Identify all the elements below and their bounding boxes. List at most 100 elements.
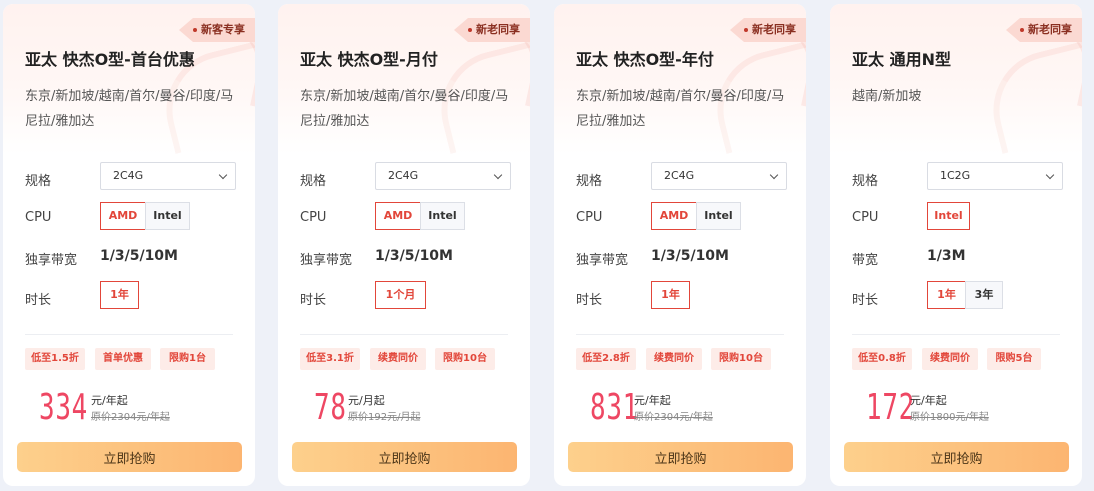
limit-chip: 限购10台 bbox=[711, 348, 771, 370]
card-title: 亚太 通用N型 bbox=[852, 50, 951, 69]
price-unit: 元/年起 bbox=[910, 394, 947, 407]
dot-icon bbox=[193, 28, 197, 32]
cpu-label: CPU bbox=[852, 210, 879, 225]
original-price: 原价192元/月起 bbox=[348, 412, 421, 423]
promo-tag-label: 新老同享 bbox=[476, 23, 520, 36]
buy-now-button[interactable]: 立即抢购 bbox=[568, 442, 793, 472]
cpu-option-intel[interactable]: Intel bbox=[696, 202, 741, 230]
promo-tag: 新老同享 bbox=[1006, 18, 1082, 42]
cpu-option-amd[interactable]: AMD bbox=[375, 202, 421, 230]
cpu-option-intel[interactable]: Intel bbox=[927, 202, 970, 230]
spec-label: 规格 bbox=[576, 174, 603, 189]
duration-label: 时长 bbox=[852, 293, 879, 308]
cpu-label: CPU bbox=[25, 210, 52, 225]
discount-chip: 低至1.5折 bbox=[25, 348, 85, 370]
spec-select[interactable]: 2C4G bbox=[651, 162, 787, 190]
spec-select-value: 2C4G bbox=[113, 169, 144, 182]
promo-tag-label: 新老同享 bbox=[1028, 23, 1072, 36]
divider bbox=[300, 334, 508, 335]
spec-select[interactable]: 1C2G bbox=[927, 162, 1063, 190]
duration-option-1y[interactable]: 1年 bbox=[927, 281, 966, 309]
cpu-label: CPU bbox=[300, 210, 327, 225]
cpu-option-amd[interactable]: AMD bbox=[651, 202, 697, 230]
promo-tag-label: 新老同享 bbox=[752, 23, 796, 36]
regions-text: 东京/新加坡/越南/首尔/曼谷/印度/马尼拉/雅加达 bbox=[576, 89, 785, 129]
promo-chip: 续费同价 bbox=[922, 348, 978, 370]
price-unit: 元/年起 bbox=[91, 394, 128, 407]
bandwidth-value: 1/3/5/10M bbox=[100, 248, 178, 264]
price-value: 831 bbox=[590, 387, 639, 428]
discount-chip: 低至0.8折 bbox=[852, 348, 912, 370]
bandwidth-label: 独享带宽 bbox=[300, 253, 353, 268]
promo-tag-label: 新客专享 bbox=[201, 23, 245, 36]
promo-chip: 首单优惠 bbox=[95, 348, 151, 370]
bandwidth-label: 带宽 bbox=[852, 253, 879, 268]
cpu-option-amd[interactable]: AMD bbox=[100, 202, 146, 230]
card-title: 亚太 快杰O型-首台优惠 bbox=[25, 50, 195, 69]
cpu-label: CPU bbox=[576, 210, 603, 225]
regions-text: 东京/新加坡/越南/首尔/曼谷/印度/马尼拉/雅加达 bbox=[25, 89, 234, 129]
divider bbox=[25, 334, 233, 335]
duration-option[interactable]: 1个月 bbox=[375, 281, 426, 309]
spec-select-value: 2C4G bbox=[388, 169, 419, 182]
dot-icon bbox=[744, 28, 748, 32]
chevron-down-icon bbox=[218, 170, 228, 180]
card-title: 亚太 快杰O型-月付 bbox=[300, 50, 438, 69]
product-card-list: 新客专享 亚太 快杰O型-首台优惠 东京/新加坡/越南/首尔/曼谷/印度/马尼拉… bbox=[0, 0, 1094, 491]
chevron-down-icon bbox=[493, 170, 503, 180]
buy-now-button[interactable]: 立即抢购 bbox=[844, 442, 1069, 472]
cpu-option-intel[interactable]: Intel bbox=[420, 202, 465, 230]
promo-tag: 新老同享 bbox=[454, 18, 530, 42]
product-card: 新老同享 亚太 快杰O型-月付 东京/新加坡/越南/首尔/曼谷/印度/马尼拉/雅… bbox=[278, 4, 530, 486]
chevron-down-icon bbox=[769, 170, 779, 180]
bandwidth-label: 独享带宽 bbox=[25, 253, 78, 268]
dot-icon bbox=[1020, 28, 1024, 32]
promo-tag: 新老同享 bbox=[730, 18, 806, 42]
spec-select[interactable]: 2C4G bbox=[100, 162, 236, 190]
price-value: 172 bbox=[866, 387, 915, 428]
regions-text: 东京/新加坡/越南/首尔/曼谷/印度/马尼拉/雅加达 bbox=[300, 89, 509, 129]
discount-chip: 低至2.8折 bbox=[576, 348, 636, 370]
regions-text: 越南/新加坡 bbox=[852, 89, 922, 104]
chevron-down-icon bbox=[1045, 170, 1055, 180]
price-unit: 元/年起 bbox=[634, 394, 671, 407]
limit-chip: 限购5台 bbox=[987, 348, 1041, 370]
original-price: 原价1800元/年起 bbox=[910, 412, 989, 423]
duration-label: 时长 bbox=[300, 293, 327, 308]
limit-chip: 限购10台 bbox=[435, 348, 495, 370]
spec-select-value: 2C4G bbox=[664, 169, 695, 182]
bandwidth-label: 独享带宽 bbox=[576, 253, 629, 268]
duration-label: 时长 bbox=[576, 293, 603, 308]
duration-option-3y[interactable]: 3年 bbox=[965, 281, 1003, 309]
promo-chip: 续费同价 bbox=[370, 348, 426, 370]
discount-chip: 低至3.1折 bbox=[300, 348, 360, 370]
divider bbox=[576, 334, 784, 335]
dot-icon bbox=[468, 28, 472, 32]
duration-option[interactable]: 1年 bbox=[651, 281, 690, 309]
product-card: 新客专享 亚太 快杰O型-首台优惠 东京/新加坡/越南/首尔/曼谷/印度/马尼拉… bbox=[3, 4, 255, 486]
divider bbox=[852, 334, 1060, 335]
spec-select-value: 1C2G bbox=[940, 169, 971, 182]
buy-now-button[interactable]: 立即抢购 bbox=[17, 442, 242, 472]
product-card: 新老同享 亚太 通用N型 越南/新加坡 规格 1C2G CPU Intel 带宽… bbox=[830, 4, 1082, 486]
cpu-option-intel[interactable]: Intel bbox=[145, 202, 190, 230]
spec-select[interactable]: 2C4G bbox=[375, 162, 511, 190]
price-unit: 元/月起 bbox=[348, 394, 385, 407]
limit-chip: 限购1台 bbox=[160, 348, 215, 370]
spec-label: 规格 bbox=[25, 174, 52, 189]
original-price: 原价2304元/年起 bbox=[634, 412, 713, 423]
bandwidth-value: 1/3M bbox=[927, 248, 966, 264]
duration-option[interactable]: 1年 bbox=[100, 281, 139, 309]
price-value: 334 bbox=[39, 387, 88, 428]
bandwidth-value: 1/3/5/10M bbox=[375, 248, 453, 264]
product-card: 新老同享 亚太 快杰O型-年付 东京/新加坡/越南/首尔/曼谷/印度/马尼拉/雅… bbox=[554, 4, 806, 486]
buy-now-button[interactable]: 立即抢购 bbox=[292, 442, 517, 472]
price-value: 78 bbox=[314, 387, 347, 428]
bandwidth-value: 1/3/5/10M bbox=[651, 248, 729, 264]
promo-chip: 续费同价 bbox=[646, 348, 702, 370]
spec-label: 规格 bbox=[852, 174, 879, 189]
original-price: 原价2304元/年起 bbox=[91, 412, 170, 423]
duration-label: 时长 bbox=[25, 293, 52, 308]
promo-tag: 新客专享 bbox=[179, 18, 255, 42]
spec-label: 规格 bbox=[300, 174, 327, 189]
